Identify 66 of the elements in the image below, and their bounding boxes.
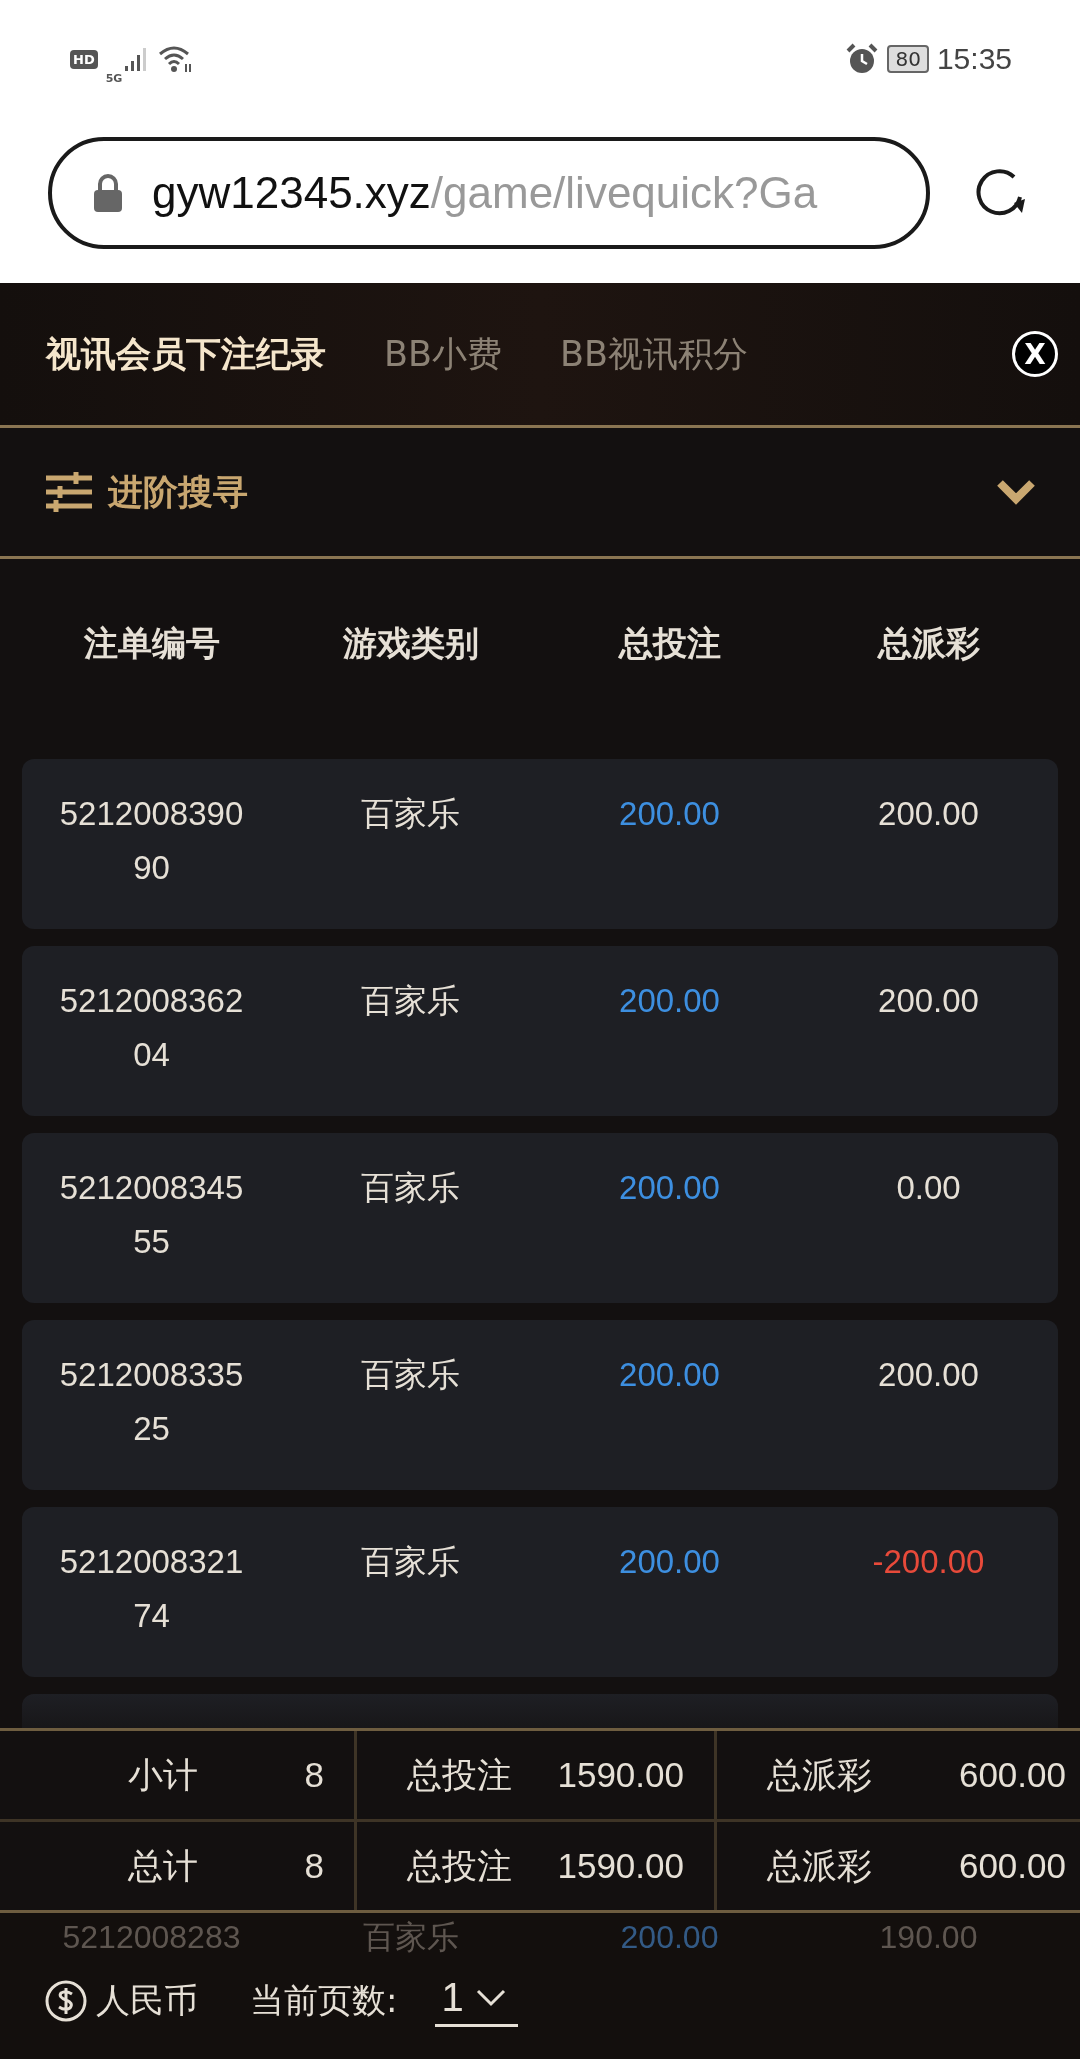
game-type: 百家乐 bbox=[361, 1918, 460, 1957]
column-header: 注单编号 bbox=[82, 622, 221, 665]
bet-id: 521200832174 bbox=[58, 1542, 245, 1636]
bet-amount: 200.00 bbox=[619, 1542, 720, 1582]
total-value: 600.00 bbox=[958, 1755, 1066, 1795]
bet-amount: 200.00 bbox=[619, 1918, 720, 1957]
payout-amount: 200.00 bbox=[878, 1355, 979, 1395]
bet-id: 521200833525 bbox=[58, 1355, 245, 1449]
clock-time: 15:35 bbox=[936, 42, 1012, 76]
payout-amount: 190.00 bbox=[878, 1918, 979, 1957]
hd-badge: HD bbox=[70, 49, 98, 69]
page-select[interactable]: 1 bbox=[435, 1975, 518, 2027]
tab[interactable]: BB小费 bbox=[384, 330, 503, 378]
payout-amount: 0.00 bbox=[896, 1168, 961, 1208]
bet-id: 521200836204 bbox=[58, 981, 245, 1075]
total-label: 总计 bbox=[128, 1844, 198, 1887]
bet-amount: 200.00 bbox=[619, 981, 720, 1021]
tab[interactable]: BB视讯积分 bbox=[560, 330, 749, 378]
game-type: 百家乐 bbox=[361, 1355, 460, 1395]
bet-record-card[interactable]: 521200836204 百家乐 200.00 200.00 bbox=[22, 946, 1058, 1116]
total-value: 600.00 bbox=[958, 1846, 1066, 1886]
total-value: 1590.00 bbox=[557, 1755, 684, 1795]
advanced-search-bar[interactable]: 进阶搜寻 bbox=[0, 428, 1080, 559]
bet-id: 521200834555 bbox=[58, 1168, 245, 1262]
total-label: 总投注 bbox=[407, 1753, 512, 1796]
column-header: 总投注 bbox=[617, 622, 722, 665]
column-header: 游戏类别 bbox=[341, 622, 480, 665]
bet-amount: 200.00 bbox=[619, 1355, 720, 1395]
currency-label: 人民币 bbox=[96, 1979, 198, 2022]
total-label: 总派彩 bbox=[767, 1844, 872, 1887]
bet-record-card[interactable]: 521200832174 百家乐 200.00 -200.00 bbox=[22, 1507, 1058, 1677]
total-value: 1590.00 bbox=[557, 1846, 684, 1886]
chevron-icon[interactable] bbox=[996, 479, 1036, 505]
bet-record-card[interactable]: 521200839090 百家乐 200.00 200.00 bbox=[22, 759, 1058, 929]
close-button[interactable]: X bbox=[1012, 331, 1058, 377]
network-type: 5G bbox=[105, 71, 123, 85]
bet-id: 521200839090 bbox=[58, 794, 245, 888]
total-label: 小计 bbox=[128, 1753, 198, 1796]
payout-amount: 200.00 bbox=[878, 794, 979, 834]
tab[interactable]: 视讯会员下注纪录 bbox=[46, 330, 326, 378]
address-bar[interactable]: gyw12345.xyz/game/livequick?Ga bbox=[48, 136, 930, 249]
game-type: 百家乐 bbox=[361, 1168, 460, 1208]
bet-record-card[interactable]: 521200833525 百家乐 200.00 200.00 bbox=[22, 1320, 1058, 1490]
page-label: 当前页数: bbox=[250, 1979, 398, 2022]
bet-amount: 200.00 bbox=[619, 1168, 720, 1208]
dollar-icon bbox=[44, 1979, 88, 2023]
sliders-icon bbox=[44, 470, 94, 514]
game-type: 百家乐 bbox=[361, 794, 460, 834]
alarm-icon bbox=[845, 43, 880, 75]
payout-amount: 200.00 bbox=[878, 981, 979, 1021]
bet-amount: 200.00 bbox=[619, 794, 720, 834]
bet-id: 5212008283 bbox=[61, 1918, 242, 1957]
advanced-search-label: 进阶搜寻 bbox=[108, 470, 248, 514]
game-type: 百家乐 bbox=[361, 981, 460, 1021]
bet-record-card[interactable]: 521200834555 百家乐 200.00 0.00 bbox=[22, 1133, 1058, 1303]
total-count: 8 bbox=[304, 1755, 324, 1795]
column-header: 总派彩 bbox=[876, 622, 981, 665]
total-label: 总投注 bbox=[407, 1844, 512, 1887]
total-label: 总派彩 bbox=[767, 1753, 872, 1796]
caret-icon bbox=[475, 1988, 506, 2007]
payout-amount: -200.00 bbox=[872, 1542, 985, 1582]
url-text: gyw12345.xyz/game/livequick?Ga bbox=[152, 167, 818, 218]
battery-indicator: 80 bbox=[887, 45, 929, 73]
game-type: 百家乐 bbox=[361, 1542, 460, 1582]
lock-icon bbox=[92, 172, 124, 213]
total-count: 8 bbox=[304, 1846, 324, 1886]
